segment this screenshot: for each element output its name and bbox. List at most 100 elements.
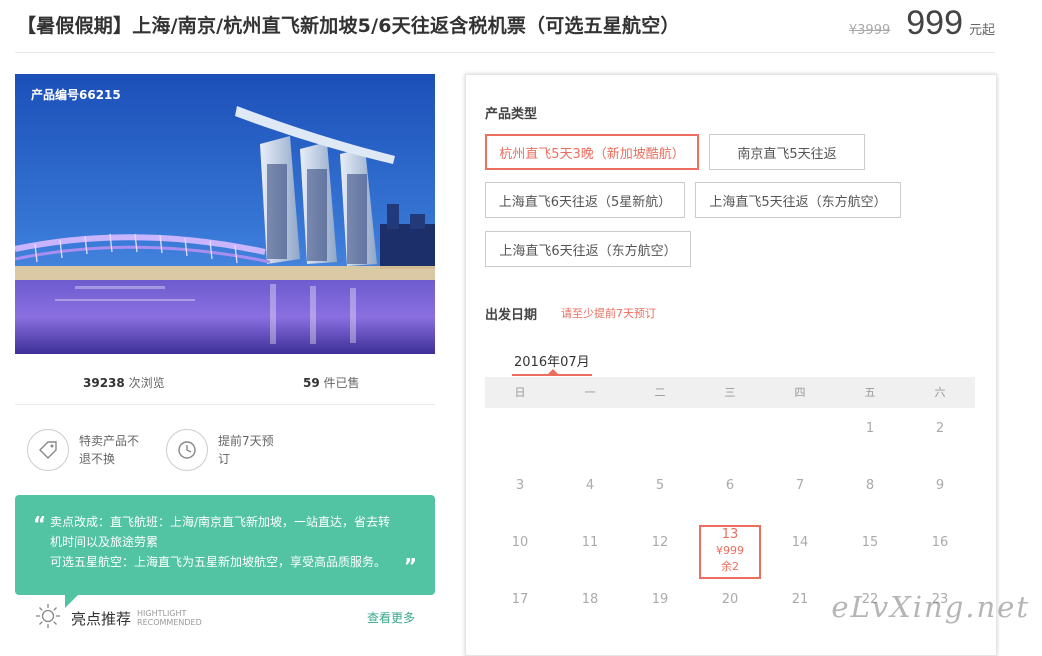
day-number: 6 xyxy=(725,478,735,493)
view-more-link[interactable]: 查看更多 xyxy=(367,609,415,626)
calendar-week: 10 11 12 13 ¥999 余2 14 15 16 xyxy=(485,522,975,579)
price-box: ¥3999 999 元起 xyxy=(849,4,995,43)
day-number: 5 xyxy=(655,478,665,493)
day-number: 8 xyxy=(865,478,875,493)
tag-icon xyxy=(27,429,69,471)
calendar-day xyxy=(765,408,835,465)
feature-no-refund: 特卖产品不 退不换 xyxy=(27,428,139,472)
highlight-line: 卖点改成：直飞航班：上海/南京直飞新加坡，一站直达，省去转 xyxy=(50,515,391,529)
feature-line: 订 xyxy=(218,452,231,466)
calendar-day: 9 xyxy=(905,465,975,522)
highlight-line: 机时间以及旅途劳累 xyxy=(50,535,159,549)
weekday: 六 xyxy=(934,386,946,399)
calendar-day: 20 xyxy=(695,579,765,636)
calendar-day: 15 xyxy=(835,522,905,579)
calendar-day xyxy=(555,408,625,465)
day-number: 11 xyxy=(581,535,599,550)
weekday: 三 xyxy=(724,386,736,399)
calendar-day: 11 xyxy=(555,522,625,579)
highlight-line: 可选五星航空：上海直飞为五星新加坡航空，享受高品质服务。 xyxy=(50,555,387,569)
view-count: 39238 次浏览 xyxy=(83,374,165,391)
weekday: 二 xyxy=(654,386,666,399)
day-number: 7 xyxy=(795,478,805,493)
calendar-day: 14 xyxy=(765,522,835,579)
day-number: 9 xyxy=(935,478,945,493)
day-number: 21 xyxy=(791,592,809,607)
calendar-day: 7 xyxy=(765,465,835,522)
calendar-day xyxy=(485,408,555,465)
calendar-day: 18 xyxy=(555,579,625,636)
marina-bay-illustration xyxy=(15,74,435,354)
day-number: 19 xyxy=(651,592,669,607)
booking-note: 请至少提前7天预订 xyxy=(561,307,656,320)
calendar-day xyxy=(625,408,695,465)
sold-count: 59 件已售 xyxy=(303,374,360,391)
calendar-day: 12 xyxy=(625,522,695,579)
option-shanghai-6d-mu[interactable]: 上海直飞6天往返（东方航空） xyxy=(485,231,691,267)
feature-line: 退不换 xyxy=(79,452,116,466)
weekday: 五 xyxy=(864,386,876,399)
day-number: 17 xyxy=(511,592,529,607)
weekday: 一 xyxy=(584,386,596,399)
divider xyxy=(15,52,995,53)
booking-panel: 产品类型 杭州直飞5天3晚（新加坡酷航） 南京直飞5天往返 上海直飞6天往返（5… xyxy=(465,74,997,656)
calendar-day: 17 xyxy=(485,579,555,636)
month-tab[interactable]: 2016年07月 xyxy=(514,351,590,370)
calendar-day: 16 xyxy=(905,522,975,579)
stats-bar: 39238 次浏览 59 件已售 xyxy=(15,366,435,396)
calendar-day: 3 xyxy=(485,465,555,522)
calendar-day: 19 xyxy=(625,579,695,636)
view-count-label: 次浏览 xyxy=(124,376,165,390)
original-price: ¥3999 xyxy=(848,23,891,38)
product-number: 产品编号66215 xyxy=(31,88,121,102)
price-unit: 元起 xyxy=(968,23,995,38)
month-tab-underline xyxy=(512,374,592,376)
view-count-number: 39238 xyxy=(83,376,125,390)
option-shanghai-6d-sia[interactable]: 上海直飞6天往返（5星新航） xyxy=(485,182,685,218)
clock-icon xyxy=(166,429,208,471)
day-number: 15 xyxy=(861,535,879,550)
highlight-title: 亮点推荐 xyxy=(71,609,132,628)
day-remaining: 余2 xyxy=(721,560,739,573)
product-type-label: 产品类型 xyxy=(485,107,538,122)
day-number: 3 xyxy=(515,478,525,493)
highlight-subtitle: HIGHTLIGHT RECOMMENDED xyxy=(137,609,202,627)
feature-line: 提前7天预 xyxy=(218,434,274,448)
calendar-day: 6 xyxy=(695,465,765,522)
calendar-day: 21 xyxy=(765,579,835,636)
sold-count-number: 59 xyxy=(303,376,320,390)
option-nanjing-5d[interactable]: 南京直飞5天往返 xyxy=(709,134,865,170)
current-price: 999 xyxy=(906,4,963,42)
day-number: 2 xyxy=(935,421,945,436)
departure-date-label: 出发日期 xyxy=(485,308,538,323)
calendar-day: 1 xyxy=(835,408,905,465)
calendar-day: 5 xyxy=(625,465,695,522)
calendar-day: 2 xyxy=(905,408,975,465)
weekday: 四 xyxy=(794,386,806,399)
weekday: 日 xyxy=(514,386,526,399)
day-number: 16 xyxy=(931,535,949,550)
day-number: 18 xyxy=(581,592,599,607)
calendar-day: 8 xyxy=(835,465,905,522)
highlight-subtitle-line: RECOMMENDED xyxy=(137,618,202,627)
month-tab-caret xyxy=(548,369,558,374)
calendar-day: 10 xyxy=(485,522,555,579)
site-watermark: eLvXing.net xyxy=(831,590,1030,624)
calendar-week: 3 4 5 6 7 8 9 xyxy=(485,465,975,522)
page-title: 【暑假假期】上海/南京/杭州直飞新加坡5/6天往返含税机票（可选五星航空） xyxy=(17,15,680,37)
highlight-footer: 亮点推荐 HIGHTLIGHT RECOMMENDED 查看更多 xyxy=(35,603,425,633)
sun-icon xyxy=(35,603,61,633)
open-quote: “ xyxy=(33,512,47,536)
calendar-week: 1 2 xyxy=(485,408,975,465)
divider xyxy=(15,404,435,405)
day-number: 20 xyxy=(721,592,739,607)
day-number: 12 xyxy=(651,535,669,550)
option-shanghai-5d-mu[interactable]: 上海直飞5天往返（东方航空） xyxy=(695,182,901,218)
day-number: 1 xyxy=(865,421,875,436)
calendar-day-available[interactable]: 13 ¥999 余2 xyxy=(695,522,765,579)
product-photo: 产品编号66215 xyxy=(15,74,435,354)
option-hangzhou-5d[interactable]: 杭州直飞5天3晚（新加坡酷航） xyxy=(485,134,699,170)
day-number: 14 xyxy=(791,535,809,550)
day-price: ¥999 xyxy=(716,544,744,557)
weekday-header: 日 一 二 三 四 五 六 xyxy=(485,377,975,408)
